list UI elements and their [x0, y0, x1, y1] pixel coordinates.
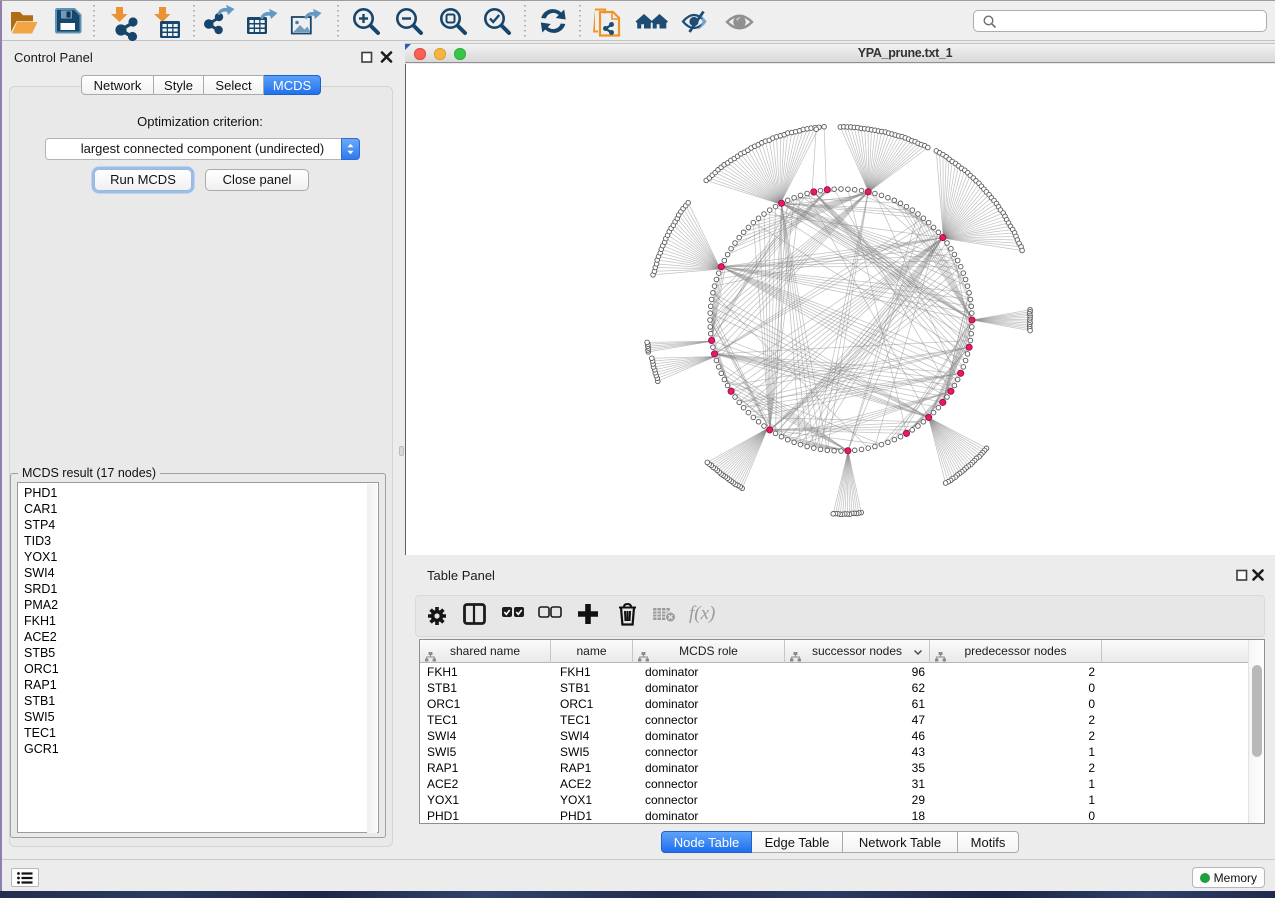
svg-text:f(x): f(x) [689, 603, 715, 624]
